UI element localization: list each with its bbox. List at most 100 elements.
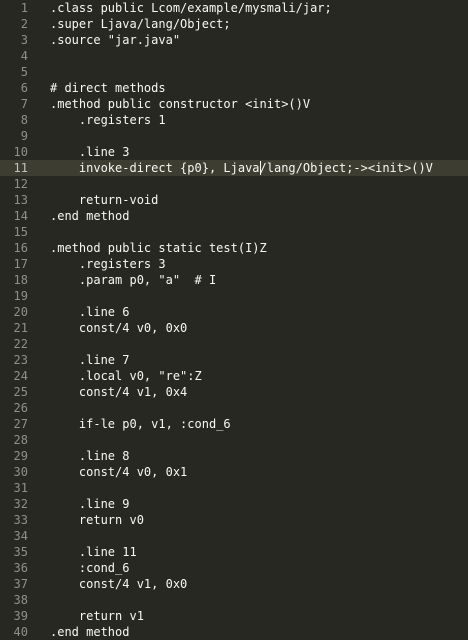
code-line[interactable]: 13 return-void	[0, 192, 468, 208]
code-line[interactable]: 21 const/4 v0, 0x0	[0, 320, 468, 336]
code-line[interactable]: 15	[0, 224, 468, 240]
line-text: .line 3	[50, 145, 130, 159]
code-line[interactable]: 33 return v0	[0, 512, 468, 528]
line-number: 13	[13, 193, 28, 207]
line-number: 2	[20, 17, 28, 31]
line-number: 40	[13, 625, 28, 639]
code-line[interactable]: 25 const/4 v1, 0x4	[0, 384, 468, 400]
code-line[interactable]: 4	[0, 48, 468, 64]
line-number: 33	[13, 513, 28, 527]
line-number: 28	[13, 433, 28, 447]
code-line[interactable]: 29 .line 8	[0, 448, 468, 464]
code-line[interactable]: 36 :cond_6	[0, 560, 468, 576]
line-text: .line 7	[50, 353, 130, 367]
code-line[interactable]: 2 .super Ljava/lang/Object;	[0, 16, 468, 32]
code-line[interactable]: 22	[0, 336, 468, 352]
line-text: const/4 v0, 0x0	[50, 321, 188, 335]
line-number: 18	[13, 273, 28, 287]
code-editor[interactable]: 1 .class public Lcom/example/mysmali/jar;…	[0, 0, 468, 639]
code-line[interactable]: 7 .method public constructor <init>()V	[0, 96, 468, 112]
code-line[interactable]: 16 .method public static test(I)Z	[0, 240, 468, 256]
code-line[interactable]: 26	[0, 400, 468, 416]
code-line[interactable]: 9	[0, 128, 468, 144]
code-line[interactable]: 20 .line 6	[0, 304, 468, 320]
line-number: 19	[13, 289, 28, 303]
code-line[interactable]: 34	[0, 528, 468, 544]
code-line[interactable]: 30 const/4 v0, 0x1	[0, 464, 468, 480]
line-number: 22	[13, 337, 28, 351]
code-line[interactable]: 28	[0, 432, 468, 448]
code-line[interactable]: 35 .line 11	[0, 544, 468, 560]
line-text: .class public Lcom/example/mysmali/jar;	[50, 1, 332, 15]
line-text: .line 9	[50, 497, 130, 511]
line-number: 30	[13, 465, 28, 479]
line-number: 20	[13, 305, 28, 319]
line-text: .line 6	[50, 305, 130, 319]
line-text: const/4 v1, 0x0	[50, 577, 188, 591]
line-number: 6	[20, 81, 28, 95]
line-text: .method public constructor <init>()V	[50, 97, 311, 111]
code-line[interactable]: 27 if-le p0, v1, :cond_6	[0, 416, 468, 432]
line-text: .local v0, "re":Z	[50, 369, 202, 383]
code-line[interactable]: 5	[0, 64, 468, 80]
line-number: 12	[13, 177, 28, 191]
line-number: 38	[13, 593, 28, 607]
line-number: 36	[13, 561, 28, 575]
line-number: 9	[20, 129, 28, 143]
line-number: 32	[13, 497, 28, 511]
line-text: return-void	[50, 193, 159, 207]
code-line[interactable]: 10 .line 3	[0, 144, 468, 160]
code-line[interactable]: 14 .end method	[0, 208, 468, 224]
code-line[interactable]: 40 .end method	[0, 624, 468, 640]
line-text: .param p0, "a" # I	[50, 273, 217, 287]
line-number: 26	[13, 401, 28, 415]
line-text: const/4 v1, 0x4	[50, 385, 188, 399]
line-text: invoke-direct {p0}, Ljava/lang/Object;->…	[50, 161, 433, 175]
line-number: 39	[13, 609, 28, 623]
line-number: 24	[13, 369, 28, 383]
line-number: 34	[13, 529, 28, 543]
line-text: .source "jar.java"	[50, 33, 181, 47]
code-line[interactable]: 1 .class public Lcom/example/mysmali/jar;	[0, 0, 468, 16]
code-line[interactable]: 6 # direct methods	[0, 80, 468, 96]
code-line[interactable]: 23 .line 7	[0, 352, 468, 368]
line-number: 35	[13, 545, 28, 559]
line-number: 15	[13, 225, 28, 239]
line-text: if-le p0, v1, :cond_6	[50, 417, 231, 431]
line-text: .line 11	[50, 545, 137, 559]
line-number: 5	[20, 65, 28, 79]
line-number: 31	[13, 481, 28, 495]
code-line[interactable]: 37 const/4 v1, 0x0	[0, 576, 468, 592]
code-line[interactable]: 31	[0, 480, 468, 496]
line-number: 14	[13, 209, 28, 223]
line-text: .super Ljava/lang/Object;	[50, 17, 231, 31]
line-number: 25	[13, 385, 28, 399]
line-text: .end method	[50, 625, 130, 639]
text-caret	[259, 161, 261, 175]
line-number: 4	[20, 49, 28, 63]
line-number: 23	[13, 353, 28, 367]
line-text: .registers 3	[50, 257, 166, 271]
line-text: return v1	[50, 609, 144, 623]
line-number: 3	[20, 33, 28, 47]
line-number: 17	[13, 257, 28, 271]
line-text: :cond_6	[50, 561, 130, 575]
line-number: 11	[13, 161, 28, 175]
code-line[interactable]: 18 .param p0, "a" # I	[0, 272, 468, 288]
line-text: const/4 v0, 0x1	[50, 465, 188, 479]
code-line[interactable]: 32 .line 9	[0, 496, 468, 512]
code-line[interactable]: 17 .registers 3	[0, 256, 468, 272]
line-number: 21	[13, 321, 28, 335]
line-number: 16	[13, 241, 28, 255]
line-number: 27	[13, 417, 28, 431]
code-line[interactable]: 38	[0, 592, 468, 608]
code-line[interactable]: 11 invoke-direct {p0}, Ljava/lang/Object…	[0, 160, 468, 176]
code-line[interactable]: 3 .source "jar.java"	[0, 32, 468, 48]
code-line[interactable]: 39 return v1	[0, 608, 468, 624]
code-line[interactable]: 19	[0, 288, 468, 304]
code-line[interactable]: 12	[0, 176, 468, 192]
code-line[interactable]: 24 .local v0, "re":Z	[0, 368, 468, 384]
code-line[interactable]: 8 .registers 1	[0, 112, 468, 128]
line-number: 8	[20, 113, 28, 127]
line-text: .end method	[50, 209, 130, 223]
